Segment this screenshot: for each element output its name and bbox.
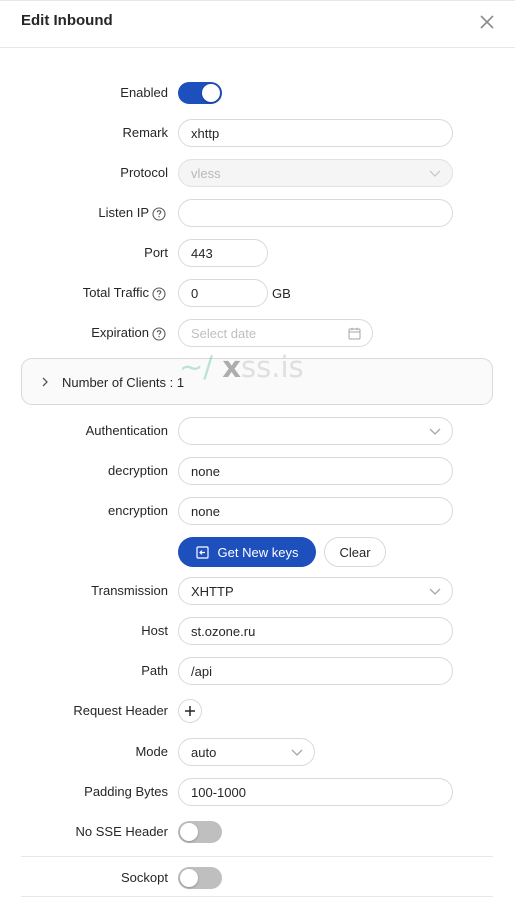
port-row: Port 443 [0,238,515,270]
get-new-keys-button[interactable]: Get New keys [178,537,316,567]
close-icon[interactable] [477,12,497,32]
decryption-row: decryption none [0,456,515,488]
encryption-label: encryption [108,503,168,518]
sockopt-row: Sockopt [0,863,515,895]
protocol-select[interactable]: vless [178,159,453,187]
date-placeholder: Select date [191,325,257,341]
host-input[interactable]: st.ozone.ru [178,617,453,645]
chevron-right-icon [42,377,48,387]
remark-label: Remark [122,125,168,140]
plus-icon [185,706,195,716]
enabled-row: Enabled [0,78,515,110]
clients-collapse[interactable]: Number of Clients : 1 [21,358,493,405]
remark-row: Remark xhttp [0,118,515,150]
mode-label: Mode [135,744,168,759]
section-divider [21,856,493,857]
transmission-row: Transmission XHTTP [0,576,515,608]
clear-label: Clear [339,544,371,560]
question-circle-icon[interactable] [152,287,166,301]
no-sse-header-toggle[interactable] [178,821,222,843]
decryption-input[interactable]: none [178,457,453,485]
authentication-row: Authentication [0,416,515,448]
get-new-keys-label: Get New keys [217,544,299,560]
listen-ip-label: Listen IP [98,205,149,220]
listen-ip-input[interactable] [178,199,453,227]
encryption-input[interactable]: none [178,497,453,525]
expiration-label: Expiration [91,325,149,340]
chevron-down-icon [429,170,441,177]
encryption-row: encryption none [0,496,515,528]
traffic-unit: GB [272,286,291,301]
total-traffic-row: Total Traffic 0 GB [0,278,515,310]
transmission-value: XHTTP [191,583,234,599]
mode-select[interactable]: auto [178,738,315,766]
add-request-header-button[interactable] [178,699,202,723]
authentication-label: Authentication [85,423,168,438]
protocol-row: Protocol vless [0,158,515,190]
sockopt-toggle[interactable] [178,867,222,889]
enabled-toggle[interactable] [178,82,222,104]
total-traffic-input[interactable]: 0 [178,279,268,307]
request-header-row: Request Header [0,696,515,728]
no-sse-header-label: No SSE Header [75,824,169,839]
request-header-label: Request Header [73,703,168,718]
total-traffic-label: Total Traffic [82,285,149,300]
padding-bytes-input[interactable]: 100-1000 [178,778,453,806]
question-circle-icon[interactable] [152,207,166,221]
calendar-icon [348,327,361,340]
toggle-knob [180,823,198,841]
toggle-knob [202,84,220,102]
host-label: Host [141,623,168,638]
mode-row: Mode auto [0,737,515,769]
section-divider [21,896,493,897]
padding-bytes-label: Padding Bytes [84,784,168,799]
clear-button[interactable]: Clear [324,537,386,567]
listen-ip-row: Listen IP [0,198,515,230]
path-label: Path [141,663,168,678]
decryption-label: decryption [108,463,168,478]
enabled-label: Enabled [120,85,168,100]
path-input[interactable]: /api [178,657,453,685]
modal-title: Edit Inbound [21,12,113,29]
mode-value: auto [191,744,217,760]
port-label: Port [144,245,168,260]
chevron-down-icon [429,428,441,435]
modal-header: Edit Inbound [0,0,515,48]
path-row: Path /api [0,656,515,688]
authentication-select[interactable] [178,417,453,445]
toggle-knob [180,869,198,887]
expiration-date-picker[interactable]: Select date [178,319,373,347]
port-input[interactable]: 443 [178,239,268,267]
chevron-down-icon [429,588,441,595]
transmission-select[interactable]: XHTTP [178,577,453,605]
clients-count-label: Number of Clients : 1 [62,375,185,390]
remark-input[interactable]: xhttp [178,119,453,147]
expiration-row: Expiration Select date [0,318,515,350]
padding-bytes-row: Padding Bytes 100-1000 [0,777,515,809]
edit-inbound-modal: Edit Inbound Enabled Remark xhttp Protoc… [0,0,515,899]
transmission-label: Transmission [91,583,168,598]
protocol-value: vless [191,165,221,181]
key-export-icon [195,545,209,559]
question-circle-icon[interactable] [152,327,166,341]
sockopt-label: Sockopt [121,870,168,885]
no-sse-header-row: No SSE Header [0,817,515,849]
host-row: Host st.ozone.ru [0,616,515,648]
protocol-label: Protocol [120,165,168,180]
chevron-down-icon [291,749,303,756]
